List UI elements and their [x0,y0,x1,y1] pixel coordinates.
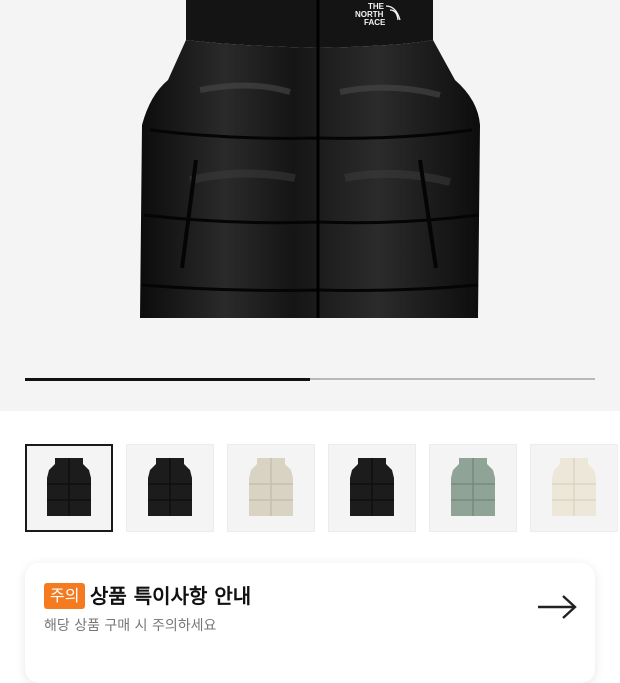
thumbnail-strip [25,444,618,532]
product-image[interactable]: THE NORTH FACE [0,0,620,411]
thumb-vest-sage[interactable] [429,444,517,532]
notice-subtitle: 해당 상품 구매 시 주의하세요 [44,618,217,634]
brand-logo-line-3: FACE [364,18,386,27]
thumb-vest-black-2[interactable] [126,444,214,532]
vest-illustration: THE NORTH FACE [140,0,480,318]
thumb-vest-black-1[interactable] [25,444,113,532]
gallery-progress-fill [25,377,310,381]
gallery-progress-track [25,377,595,381]
vest-thumbnail-icon [249,458,293,516]
notice-title: 상품 특이사항 안내 [90,584,252,608]
thumb-vest-cream[interactable] [530,444,618,532]
arrow-right-icon[interactable] [537,595,577,619]
vest-thumbnail-icon [451,458,495,516]
vest-thumbnail-icon [47,458,91,516]
vest-thumbnail-icon [148,458,192,516]
thumb-vest-beige[interactable] [227,444,315,532]
vest-thumbnail-icon [350,458,394,516]
vest-thumbnail-icon [552,458,596,516]
thumb-vest-black-3[interactable] [328,444,416,532]
caution-badge: 주의 [44,583,86,609]
caution-notice-card[interactable]: 주의 상품 특이사항 안내 해당 상품 구매 시 주의하세요 [25,563,595,683]
